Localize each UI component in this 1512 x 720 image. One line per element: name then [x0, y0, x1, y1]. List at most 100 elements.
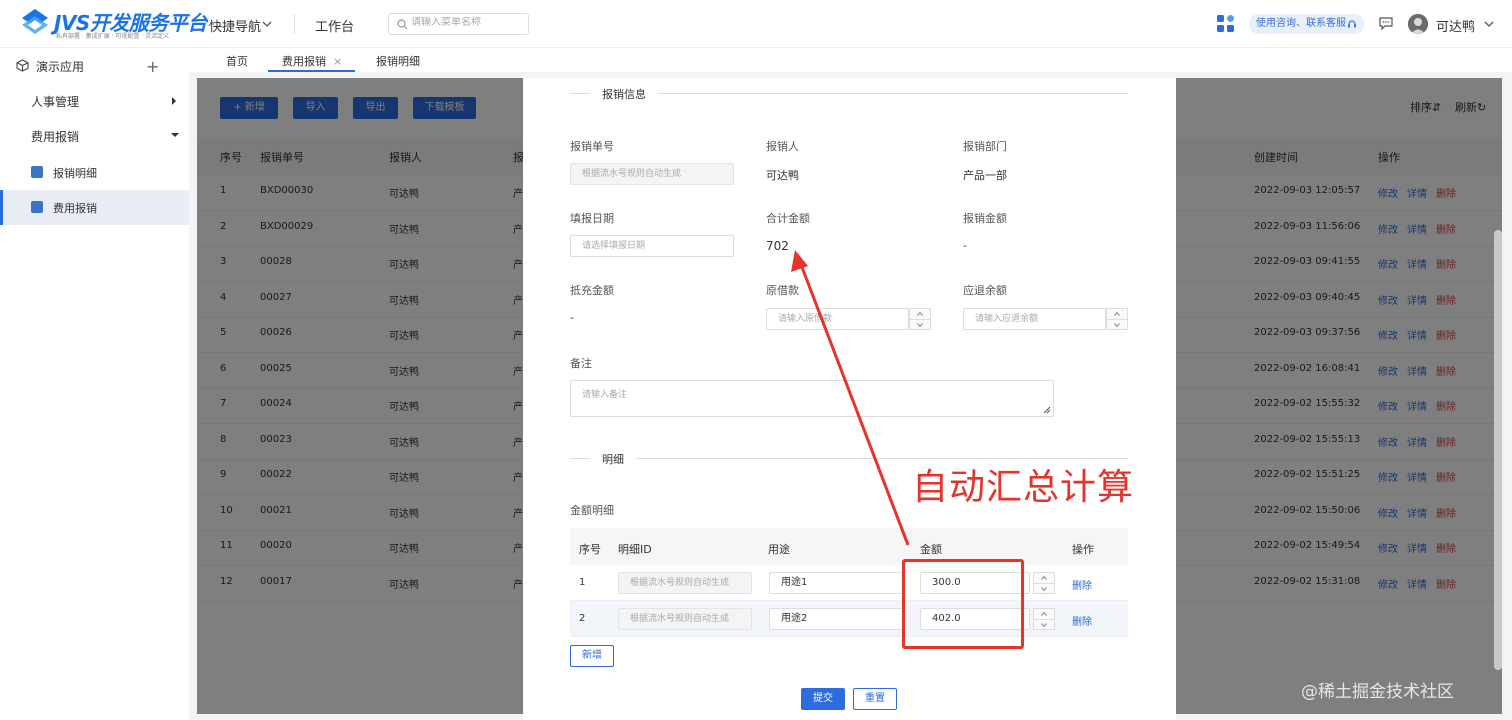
date-picker[interactable]: 请选择填报日期: [570, 235, 734, 257]
tab-active-indicator: [268, 70, 355, 72]
sidebar-item-label: 人事管理: [31, 95, 80, 109]
amount-stepper[interactable]: [1033, 572, 1055, 594]
chevron-down-icon[interactable]: [917, 322, 923, 328]
remark-placeholder: 请输入备注: [582, 390, 628, 400]
person-label: 报销人: [766, 140, 799, 153]
purpose-input[interactable]: 用途2: [769, 608, 904, 630]
user-avatar[interactable]: [1408, 14, 1428, 34]
chevron-down-icon[interactable]: [1041, 586, 1047, 592]
resize-handle-icon[interactable]: [1043, 406, 1051, 414]
reset-button[interactable]: 重置: [853, 688, 897, 710]
offset-value: -: [570, 311, 574, 324]
search-icon: [397, 19, 408, 30]
sidebar-item-reimb-detail[interactable]: 报销明细: [0, 155, 189, 190]
caret-right-icon: [172, 97, 176, 105]
sidebar: 演示应用 + 人事管理 费用报销 报销明细 费用报销: [0, 48, 189, 720]
bill-no-field: 根据流水号规则自动生成: [570, 163, 734, 185]
tab-label: 费用报销: [282, 55, 326, 68]
detail-table-header: 序号 明细ID 用途 金额 操作: [570, 528, 1128, 565]
logo-subtitle: 私有部署 · 集成扩展 · 可视配置 · 灵活定义: [56, 33, 170, 40]
chevron-up-icon[interactable]: [1041, 611, 1047, 617]
chevron-down-icon[interactable]: [1041, 622, 1047, 628]
sidebar-item-label: 报销明细: [53, 167, 97, 180]
headset-icon: [1348, 20, 1356, 28]
remark-textarea[interactable]: 请输入备注: [570, 380, 1054, 417]
submit-button[interactable]: 提交: [801, 688, 845, 710]
cube-icon: [16, 59, 29, 72]
apps-grid-icon[interactable]: [1217, 15, 1234, 32]
quick-nav[interactable]: 快捷导航: [209, 16, 261, 35]
user-name[interactable]: 可达鸭: [1436, 16, 1475, 35]
date-label: 填报日期: [570, 212, 614, 225]
form-icon: [31, 201, 43, 213]
chevron-up-icon[interactable]: [917, 311, 923, 317]
sidebar-item-expense-reimb[interactable]: 费用报销: [0, 190, 189, 225]
amount-stepper[interactable]: [1033, 608, 1055, 630]
jvs-logo[interactable]: JVS开发服务平台 私有部署 · 集成扩展 · 可视配置 · 灵活定义: [20, 6, 207, 40]
borrow-label: 原借款: [766, 284, 799, 297]
detail-row-index: 1: [579, 577, 586, 588]
delete-row-link[interactable]: 删除: [1072, 577, 1092, 592]
workbench-link[interactable]: 工作台: [315, 16, 354, 35]
annotation-highlight-box: [902, 559, 1024, 649]
remark-label: 备注: [570, 357, 592, 370]
detail-row: 2 根据流水号规则自动生成 用途2 402.0 删除: [570, 601, 1128, 637]
expense-form-dialog: 报销信息 报销单号 根据流水号规则自动生成 报销人 可达鸭 报销部门 产品一部 …: [523, 78, 1176, 720]
refund-label: 应退余额: [963, 284, 1007, 297]
tab-expense[interactable]: 费用报销 ×: [282, 53, 342, 69]
search-input[interactable]: [411, 17, 523, 28]
watermark: @稀土掘金技术社区: [1301, 682, 1454, 702]
menu-search[interactable]: [388, 13, 529, 35]
consult-label: 使用咨询、联系客服: [1256, 18, 1346, 29]
purpose-input[interactable]: 用途1: [769, 572, 904, 594]
add-icon[interactable]: +: [146, 57, 159, 76]
detail-col-id: 明细ID: [618, 543, 652, 556]
consult-support-button[interactable]: 使用咨询、联系客服: [1249, 14, 1364, 34]
detail-col-amount: 金额: [920, 543, 942, 556]
sidebar-item-label: 费用报销: [53, 202, 97, 215]
chevron-down-icon[interactable]: [1484, 20, 1494, 28]
detail-col-purpose: 用途: [768, 543, 790, 556]
sidebar-item-hr[interactable]: 人事管理: [0, 83, 189, 118]
borrow-input[interactable]: 请输入原借款: [766, 308, 909, 330]
offset-label: 抵充金额: [570, 284, 614, 297]
delete-row-link[interactable]: 删除: [1072, 613, 1092, 628]
detail-table: 序号 明细ID 用途 金额 操作 1 根据流水号规则自动生成 用途1 300.0…: [570, 528, 1128, 637]
borrow-stepper[interactable]: [909, 308, 931, 330]
bill-no-label: 报销单号: [570, 140, 614, 153]
total-label: 合计金额: [766, 212, 810, 225]
close-icon[interactable]: ×: [333, 55, 342, 68]
app-label: 演示应用: [36, 60, 85, 74]
sidebar-item-label: 费用报销: [31, 130, 80, 144]
page-tabs: 首页 费用报销 × 报销明细: [189, 48, 1512, 72]
detail-id-field: 根据流水号规则自动生成: [618, 572, 752, 594]
reimb-amount-value: -: [963, 239, 967, 252]
refund-input[interactable]: 请输入应退余额: [963, 308, 1106, 330]
scrollbar[interactable]: [1494, 230, 1502, 670]
app-switcher[interactable]: 演示应用 +: [16, 57, 176, 76]
person-value: 可达鸭: [766, 169, 799, 182]
top-header: JVS开发服务平台 私有部署 · 集成扩展 · 可视配置 · 灵活定义 快捷导航…: [0, 0, 1512, 48]
detail-col-index: 序号: [579, 543, 601, 556]
chevron-up-icon[interactable]: [1041, 575, 1047, 581]
chevron-down-icon[interactable]: [262, 19, 272, 29]
message-icon[interactable]: [1379, 17, 1393, 30]
amount-detail-label: 金额明细: [570, 504, 614, 517]
dept-label: 报销部门: [963, 140, 1007, 153]
tab-home[interactable]: 首页: [226, 53, 248, 69]
chevron-up-icon[interactable]: [1114, 311, 1120, 317]
refund-stepper[interactable]: [1106, 308, 1128, 330]
annotation-text: 自动汇总计算: [912, 467, 1135, 508]
total-value: 702: [766, 239, 789, 253]
add-detail-button[interactable]: 新增: [570, 645, 614, 667]
logo-mark-icon: [22, 9, 48, 34]
nav-divider: [294, 14, 295, 34]
section-title-info: 报销信息: [590, 86, 658, 102]
detail-row-index: 2: [579, 613, 586, 624]
detail-col-ops: 操作: [1072, 543, 1094, 556]
tab-reimb-detail[interactable]: 报销明细: [376, 53, 420, 69]
caret-down-icon: [171, 133, 179, 137]
sidebar-item-expense[interactable]: 费用报销: [0, 118, 189, 153]
chevron-down-icon[interactable]: [1114, 322, 1120, 328]
reimb-amount-label: 报销金额: [963, 212, 1007, 225]
